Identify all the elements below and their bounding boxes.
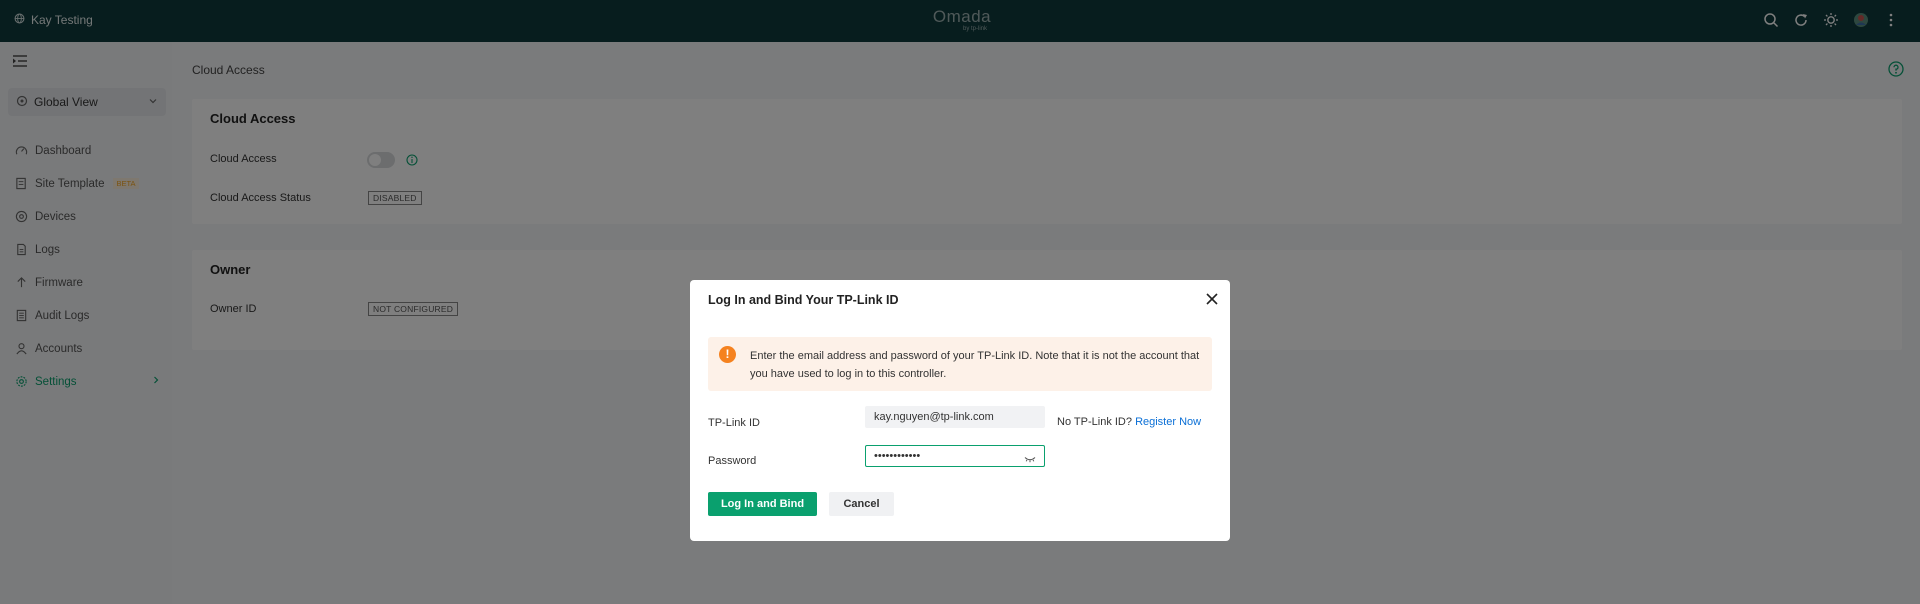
hide-password-icon[interactable] — [1024, 453, 1036, 465]
register-now-link[interactable]: Register Now — [1135, 416, 1201, 428]
dialog-title: Log In and Bind Your TP-Link ID — [708, 293, 899, 307]
close-icon[interactable] — [1205, 292, 1219, 306]
tplink-id-label: TP-Link ID — [708, 417, 760, 429]
cancel-button[interactable]: Cancel — [829, 492, 894, 516]
warning-icon: ! — [719, 346, 736, 363]
alert-text: Enter the email address and password of … — [750, 350, 1200, 380]
password-label: Password — [708, 455, 757, 467]
tplink-id-input[interactable] — [865, 406, 1045, 428]
no-id-label: No TP-Link ID? — [1057, 416, 1132, 428]
no-id-text: No TP-Link ID? Register Now — [1057, 416, 1201, 428]
login-and-bind-button[interactable]: Log In and Bind — [708, 492, 817, 516]
password-input[interactable] — [865, 445, 1045, 467]
warning-alert: ! Enter the email address and password o… — [708, 337, 1212, 391]
bind-tplink-dialog: Log In and Bind Your TP-Link ID ! Enter … — [690, 280, 1230, 541]
